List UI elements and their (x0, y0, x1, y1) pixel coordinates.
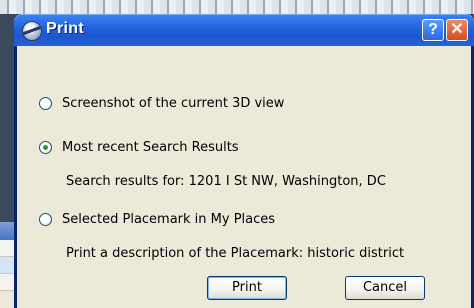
option-placemark-label[interactable]: Selected Placemark in My Places (62, 212, 275, 227)
option-placemark[interactable]: Selected Placemark in My Places (39, 210, 275, 228)
background-window-strip (0, 0, 474, 14)
radio-screenshot[interactable] (39, 96, 52, 110)
dialog-titlebar[interactable]: Print ? ✕ (14, 14, 474, 46)
option-screenshot[interactable]: Screenshot of the current 3D view (39, 94, 284, 112)
search-results-description: Search results for: 1201 I St NW, Washin… (66, 174, 386, 189)
google-earth-icon (22, 21, 42, 41)
radio-placemark[interactable] (39, 212, 52, 226)
print-button[interactable]: Print (207, 276, 287, 300)
dialog-title: Print (46, 20, 84, 37)
close-button[interactable]: ✕ (446, 19, 468, 41)
option-screenshot-label[interactable]: Screenshot of the current 3D view (62, 96, 284, 111)
option-search-results-label[interactable]: Most recent Search Results (62, 140, 239, 155)
print-dialog: Print ? ✕ Screenshot of the current 3D v… (14, 14, 474, 308)
radio-search-results[interactable] (39, 140, 52, 154)
option-search-results[interactable]: Most recent Search Results (39, 138, 239, 156)
placemark-description: Print a description of the Placemark: hi… (66, 246, 405, 261)
cancel-button[interactable]: Cancel (345, 276, 425, 300)
dialog-body: Screenshot of the current 3D view Most r… (17, 46, 471, 308)
help-button[interactable]: ? (422, 19, 444, 41)
